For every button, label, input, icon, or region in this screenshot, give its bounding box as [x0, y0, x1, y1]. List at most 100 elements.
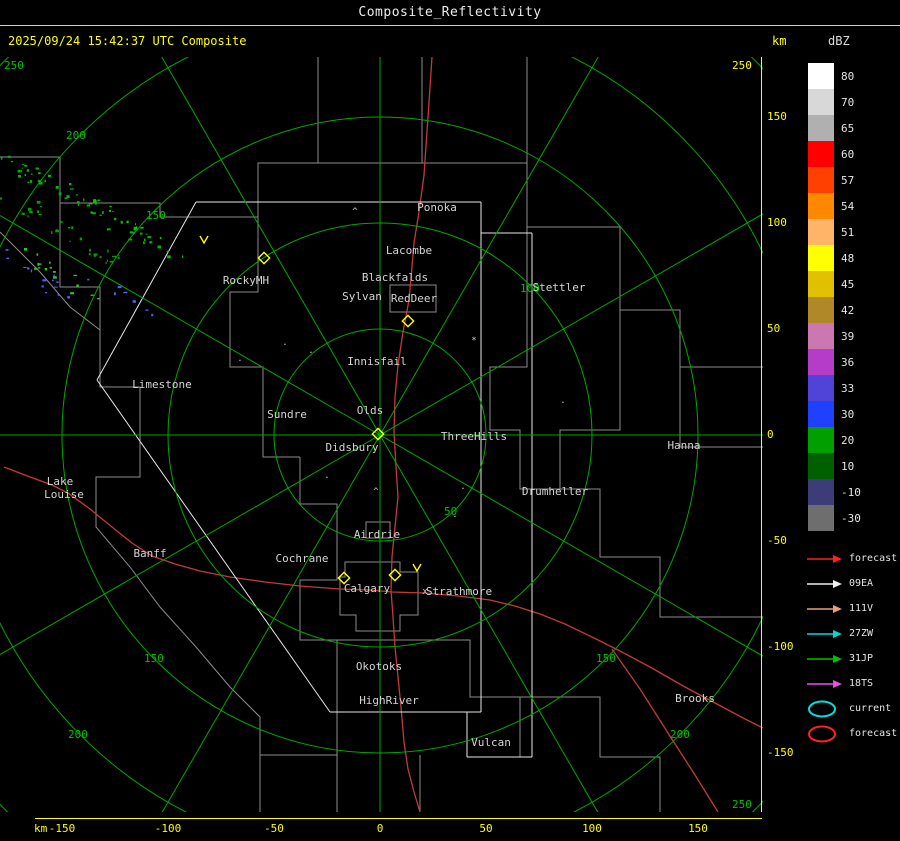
city-label: Louise — [44, 488, 84, 501]
echo-pixel — [0, 157, 3, 160]
echo-pixel — [35, 167, 39, 170]
echo-pixel — [55, 229, 59, 232]
echo-pixel — [27, 181, 30, 184]
colorbar-value: 30 — [841, 407, 855, 421]
echo-pixel — [70, 292, 75, 295]
echo-pixel — [37, 210, 39, 214]
city-label: HighRiver — [359, 694, 419, 707]
echo-pixel — [29, 180, 33, 183]
colorbar-value: 20 — [841, 433, 855, 447]
legend-row: 09EA — [805, 571, 897, 596]
echo-pixel — [105, 262, 107, 264]
legend-label: 111V — [849, 603, 874, 614]
bottom-axis-unit-label: km — [34, 822, 48, 835]
echo-pixel — [113, 292, 116, 296]
bottom-axis-line — [35, 818, 762, 819]
echo-pixel — [112, 255, 117, 258]
city-label: RockyMH — [223, 274, 269, 287]
legend-row: forecast — [805, 546, 897, 571]
echo-pixel — [90, 211, 93, 214]
bottom-axis-tick: 100 — [582, 822, 602, 835]
legend-row: 18TS — [805, 671, 897, 696]
colorbar-row: 42 — [808, 297, 861, 323]
city-label: Didsbury — [326, 441, 379, 454]
echo-pixel — [143, 241, 145, 245]
echo-pixel — [167, 255, 171, 259]
legend-label: 27ZW — [849, 628, 874, 639]
echo-pixel — [128, 238, 133, 241]
poi-marker: ^ — [373, 487, 379, 497]
echo-pixel — [17, 169, 21, 173]
colorbar-row: 65 — [808, 115, 861, 141]
city-label: Limestone — [132, 378, 192, 391]
legend-arrow-icon — [807, 579, 842, 588]
legend-ellipse-icon — [808, 700, 836, 717]
echo-pixel — [38, 182, 43, 185]
colorbar-value: 42 — [841, 303, 855, 317]
colorbar-unit-label: dBZ — [828, 34, 850, 48]
echo-pixel — [71, 226, 74, 229]
echo-pixel — [34, 267, 38, 270]
echo-pixel — [133, 299, 136, 302]
echo-pixel — [73, 274, 78, 276]
echo-pixel — [113, 217, 117, 221]
echo-pixel — [38, 172, 41, 175]
echo-pixel — [86, 204, 90, 207]
echo-pixel — [48, 174, 52, 177]
city-label: Drumheller — [522, 485, 589, 498]
echo-pixel — [93, 255, 96, 257]
echo-pixel — [97, 199, 101, 201]
echo-pixel — [60, 221, 63, 223]
colorbar-row: 20 — [808, 427, 861, 453]
colorbar-row: 36 — [808, 349, 861, 375]
echo-pixel — [88, 203, 93, 205]
echo-pixel — [30, 173, 33, 175]
window-title: Composite_Reflectivity — [358, 5, 542, 20]
echo-pixel — [123, 291, 128, 294]
legend-label: 18TS — [849, 678, 874, 689]
ring-distance-label: 250 — [732, 798, 752, 811]
echo-pixel — [87, 278, 90, 281]
bottom-axis-tick: 150 — [688, 822, 708, 835]
echo-pixel — [88, 252, 91, 256]
legend-label: forecast — [849, 728, 898, 739]
echo-pixel — [6, 257, 9, 259]
colorbar-value: 70 — [841, 95, 855, 109]
city-label: Blackfalds — [362, 271, 428, 284]
echo-pixel — [107, 249, 109, 253]
echo-pixel — [99, 214, 102, 216]
echo-pixel — [41, 285, 44, 288]
legend-row: 111V — [805, 596, 897, 621]
poi-marker: . — [308, 346, 313, 356]
echo-pixel — [94, 203, 97, 205]
echo-pixel — [182, 255, 184, 258]
ring-distance-label: 150 — [596, 652, 616, 665]
right-axis-tick: 150 — [767, 110, 787, 123]
echo-pixel — [0, 197, 3, 200]
ring-distance-label: 200 — [66, 129, 86, 142]
radar-map[interactable]: 25020015010050150200150200250250^..*..^.… — [0, 57, 763, 812]
colorbar-row: 60 — [808, 141, 861, 167]
colorbar-row: 10 — [808, 453, 861, 479]
echo-pixel — [145, 233, 148, 235]
colorbar-row: 48 — [808, 245, 861, 271]
echo-pixel — [109, 205, 112, 208]
city-label: Cochrane — [276, 552, 329, 565]
echo-pixel — [147, 236, 152, 239]
echo-pixel — [57, 293, 60, 296]
echo-pixel — [69, 188, 74, 190]
echo-pixel — [159, 237, 162, 240]
echo-pixel — [96, 298, 100, 300]
echo-pixel — [18, 174, 21, 178]
poi-marker: ^ — [352, 207, 358, 217]
echo-pixel — [108, 210, 111, 212]
echo-pixel — [44, 268, 48, 271]
legend-label: 31JP — [849, 653, 874, 664]
echo-pixel — [144, 238, 146, 241]
echo-pixel — [157, 245, 162, 249]
bottom-axis-tick: 50 — [479, 822, 493, 835]
echo-pixel — [29, 211, 33, 214]
city-label: Banff — [133, 547, 166, 560]
echo-pixel — [75, 194, 79, 196]
echo-pixel — [49, 266, 53, 269]
